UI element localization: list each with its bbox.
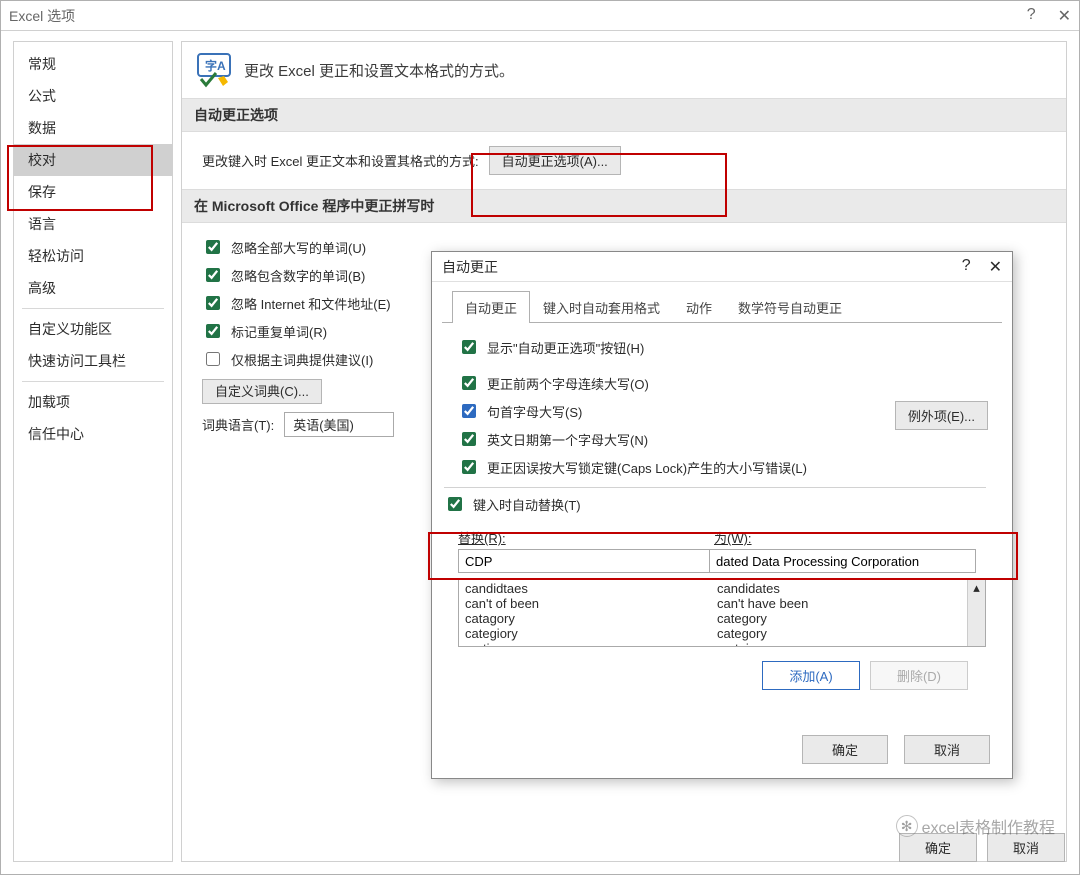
- chk-replace-as-type[interactable]: 键入时自动替换(T): [444, 490, 986, 518]
- dialog-footer: 确定 取消: [432, 721, 1012, 778]
- chk-two-initial-caps[interactable]: 更正前两个字母连续大写(O): [458, 369, 986, 397]
- svg-text:字A: 字A: [205, 58, 226, 73]
- dict-lang-label: 词典语言(T):: [202, 415, 274, 434]
- list-item[interactable]: catagory: [465, 612, 705, 627]
- sidebar-separator: [22, 381, 164, 382]
- list-item[interactable]: candidtaes: [465, 582, 705, 597]
- spellcheck-icon: 字A: [196, 52, 232, 88]
- autocorrect-desc: 更改键入时 Excel 更正文本和设置其格式的方式:: [202, 151, 479, 170]
- sidebar-item-general[interactable]: 常规: [14, 48, 172, 80]
- list-item[interactable]: certain: [717, 642, 961, 647]
- dialog-title: 自动更正: [442, 257, 498, 277]
- close-icon[interactable]: ✕: [1058, 6, 1071, 26]
- watermark: ✻ excel表格制作教程: [896, 814, 1055, 838]
- sidebar-item-save[interactable]: 保存: [14, 176, 172, 208]
- sidebar-item-trust[interactable]: 信任中心: [14, 418, 172, 450]
- tab-math[interactable]: 数学符号自动更正: [725, 291, 855, 323]
- list-item[interactable]: candidates: [717, 582, 961, 597]
- label-replace: 替换(R):: [458, 528, 714, 547]
- list-scrollbar[interactable]: ▴: [967, 580, 985, 646]
- list-item[interactable]: can't have been: [717, 597, 961, 612]
- autocorrect-list[interactable]: candidtaes can't of been catagory categi…: [458, 579, 986, 647]
- delete-button: 删除(D): [870, 661, 968, 690]
- sidebar-item-ease[interactable]: 轻松访问: [14, 240, 172, 272]
- tab-autoformat[interactable]: 键入时自动套用格式: [530, 291, 673, 323]
- sidebar-separator: [22, 308, 164, 309]
- sidebar-item-customize-ribbon[interactable]: 自定义功能区: [14, 313, 172, 345]
- add-button[interactable]: 添加(A): [762, 661, 860, 690]
- autocorrect-options-button[interactable]: 自动更正选项(A)...: [489, 146, 621, 175]
- titlebar: Excel 选项 ? ✕: [1, 1, 1079, 31]
- chk-capslock[interactable]: 更正因误按大写锁定键(Caps Lock)产生的大小写错误(L): [458, 453, 986, 481]
- list-item[interactable]: category: [717, 612, 961, 627]
- dialog-tabs: 自动更正 键入时自动套用格式 动作 数学符号自动更正: [442, 282, 1002, 323]
- list-item[interactable]: category: [717, 627, 961, 642]
- section-head-autocorrect: 自动更正选项: [182, 98, 1066, 132]
- chevron-up-icon[interactable]: ▴: [973, 580, 980, 596]
- tab-autocorrect[interactable]: 自动更正: [452, 291, 530, 323]
- sidebar-item-proofing[interactable]: 校对: [14, 144, 172, 176]
- autocorrect-dialog: 自动更正 ? ✕ 自动更正 键入时自动套用格式 动作 数学符号自动更正 显示"自…: [431, 251, 1013, 779]
- chk-show-autocorrect-btn[interactable]: 显示"自动更正选项"按钮(H): [458, 333, 986, 361]
- list-item[interactable]: can't of been: [465, 597, 705, 612]
- sidebar-item-formulas[interactable]: 公式: [14, 80, 172, 112]
- page-title-row: 字A 更改 Excel 更正和设置文本格式的方式。: [182, 42, 1066, 98]
- sidebar-item-qat[interactable]: 快速访问工具栏: [14, 345, 172, 377]
- page-title: 更改 Excel 更正和设置文本格式的方式。: [244, 60, 514, 81]
- dialog-cancel-button[interactable]: 取消: [904, 735, 990, 764]
- dict-lang-select[interactable]: 英语(美国): [284, 412, 394, 437]
- window-title: Excel 选项: [9, 6, 75, 26]
- help-icon[interactable]: ?: [1027, 6, 1036, 26]
- input-replace[interactable]: [458, 549, 710, 573]
- tab-actions[interactable]: 动作: [673, 291, 725, 323]
- options-window: Excel 选项 ? ✕ 常规 公式 数据 校对 保存 语言 轻松访问 高级 自…: [0, 0, 1080, 875]
- sidebar-item-language[interactable]: 语言: [14, 208, 172, 240]
- dialog-close-icon[interactable]: ✕: [989, 257, 1002, 277]
- section-head-spell: 在 Microsoft Office 程序中更正拼写时: [182, 189, 1066, 223]
- sidebar: 常规 公式 数据 校对 保存 语言 轻松访问 高级 自定义功能区 快速访问工具栏…: [13, 41, 173, 862]
- dialog-help-icon[interactable]: ?: [962, 257, 971, 277]
- list-item[interactable]: certian: [465, 642, 705, 647]
- sidebar-item-data[interactable]: 数据: [14, 112, 172, 144]
- wechat-icon: ✻: [896, 815, 918, 837]
- input-with[interactable]: [710, 549, 976, 573]
- exceptions-button[interactable]: 例外项(E)...: [895, 401, 988, 430]
- dialog-titlebar: 自动更正 ? ✕: [432, 252, 1012, 282]
- sidebar-item-advanced[interactable]: 高级: [14, 272, 172, 304]
- label-with: 为(W):: [714, 528, 752, 547]
- list-item[interactable]: categiory: [465, 627, 705, 642]
- sidebar-item-addins[interactable]: 加载项: [14, 386, 172, 418]
- dialog-ok-button[interactable]: 确定: [802, 735, 888, 764]
- custom-dict-button[interactable]: 自定义词典(C)...: [202, 379, 322, 404]
